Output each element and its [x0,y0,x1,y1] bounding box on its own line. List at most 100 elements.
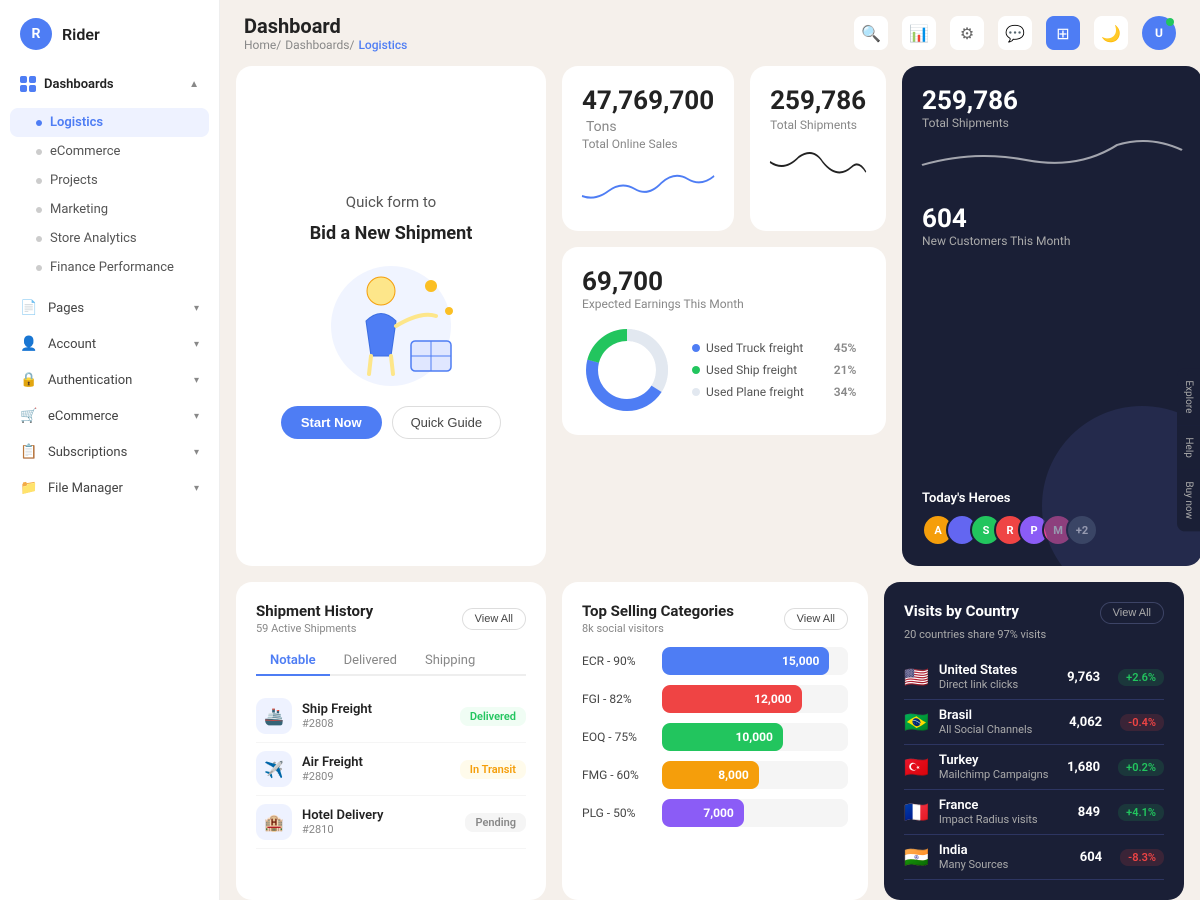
chevron-right-icon: ▾ [194,339,199,350]
bar-row-4: PLG - 50% 7,000 [582,799,848,827]
earnings-card: 69,700 Expected Earnings This Month [562,247,886,435]
shipment-history-card: Shipment History 59 Active Shipments Vie… [236,582,546,900]
tab-notable[interactable]: Notable [256,647,330,676]
chevron-right-icon: ▾ [194,303,199,314]
sidebar-item-finance[interactable]: Finance Performance [0,253,219,282]
buy-now-tab[interactable]: Buy now [1177,470,1200,532]
shipment-row-2: 🏨 Hotel Delivery #2810 Pending [256,796,526,849]
bars-container: ECR - 90% 15,000 FGI - 82% 12,000 EOQ - … [582,647,848,827]
shipment-history-title: Shipment History [256,602,373,620]
dashboards-items: Logistics eCommerce Projects Marketing S… [0,100,219,290]
chevron-right-icon: ▾ [194,375,199,386]
sidebar-logo: R Rider [0,0,219,68]
bar-row-2: EOQ - 75% 10,000 [582,723,848,751]
settings-icon[interactable]: ⚙ [950,16,984,50]
visits-title: Visits by Country [904,602,1019,620]
ship-icon-0: 🚢 [256,698,292,734]
messages-icon[interactable]: 💬 [998,16,1032,50]
country-row-3: 🇫🇷 France Impact Radius visits 849 +4.1% [904,790,1164,835]
subscriptions-icon: 📋 [20,443,38,461]
bottom-grid: Shipment History 59 Active Shipments Vie… [236,582,1184,900]
stats-column: 47,769,700 Tons Total Online Sales 259, [562,66,886,493]
help-tab[interactable]: Help [1177,425,1200,469]
bar-fill-2: 10,000 [662,723,783,751]
shipment-row-1: ✈️ Air Freight #2809 In Transit [256,743,526,796]
search-icon[interactable]: 🔍 [854,16,888,50]
donut-area: Used Truck freight 45% Used Ship freight… [582,325,866,415]
bar-fill-0: 15,000 [662,647,829,675]
online-indicator [1166,18,1174,26]
ecommerce-icon: 🛒 [20,407,38,425]
ship-name-1: Air Freight [302,755,450,770]
freight-legend: Used Truck freight 45% Used Ship freight… [692,341,856,399]
top-selling-title: Top Selling Categories [582,602,734,620]
dark-stats-card: 259,786 Total Shipments 604 New Customer… [902,66,1200,566]
country-row-0: 🇺🇸 United States Direct link clicks 9,76… [904,655,1164,700]
hero-title: Quick form to [346,193,436,211]
new-customers-value: 604 [922,204,1182,234]
hero-card: Quick form to Bid a New Shipment [236,66,546,566]
quick-guide-button[interactable]: Quick Guide [392,406,502,439]
flag-in: 🇮🇳 [904,845,929,869]
start-now-button[interactable]: Start Now [281,406,382,439]
side-tabs: Explore Help Buy now [1177,368,1200,531]
bar-fill-3: 8,000 [662,761,759,789]
total-sales-unit: Tons [586,119,617,135]
legend-plane: Used Plane freight 34% [692,385,856,399]
flag-br: 🇧🇷 [904,710,929,734]
shipment-row-0: 🚢 Ship Freight #2808 Delivered [256,690,526,743]
total-shipments-card: 259,786 Total Shipments [750,66,886,231]
total-sales-card: 47,769,700 Tons Total Online Sales [562,66,734,231]
active-dot [36,120,42,126]
nav-subscriptions[interactable]: 📋 Subscriptions ▾ [0,434,219,470]
tab-delivered[interactable]: Delivered [330,647,411,674]
sidebar-item-ecommerce[interactable]: eCommerce [0,137,219,166]
nav-ecommerce[interactable]: 🛒 eCommerce ▾ [0,398,219,434]
shipment-view-all-button[interactable]: View All [462,608,526,630]
hero-buttons: Start Now Quick Guide [281,406,501,439]
sidebar-item-store-analytics[interactable]: Store Analytics [0,224,219,253]
nav-file-manager[interactable]: 📁 File Manager ▾ [0,470,219,506]
grid-icon[interactable]: ⊞ [1046,16,1080,50]
visits-by-country-card: Visits by Country View All 20 countries … [884,582,1184,900]
theme-icon[interactable]: 🌙 [1094,16,1128,50]
nav-authentication[interactable]: 🔒 Authentication ▾ [0,362,219,398]
ship-status-2: Pending [465,813,526,832]
total-shipments-value: 259,786 [770,86,866,116]
sidebar-item-logistics[interactable]: Logistics [10,108,209,137]
top-stats-row: 47,769,700 Tons Total Online Sales 259, [562,66,886,231]
country-row-4: 🇮🇳 India Many Sources 604 -8.3% [904,835,1164,880]
bar-fill-4: 7,000 [662,799,744,827]
nav-account[interactable]: 👤 Account ▾ [0,326,219,362]
bar-fill-1: 12,000 [662,685,802,713]
ship-status-1: In Transit [460,760,526,779]
ship-icon-2: 🏨 [256,804,292,840]
ship-icon-1: ✈️ [256,751,292,787]
analytics-icon[interactable]: 📊 [902,16,936,50]
sidebar: R Rider Dashboards ▲ Logistics eCommerce… [0,0,220,900]
chevron-right-icon: ▾ [194,447,199,458]
dashboards-label: Dashboards [44,77,114,92]
bar-row-3: FMG - 60% 8,000 [582,761,848,789]
ship-status-0: Delivered [460,707,526,726]
explore-tab[interactable]: Explore [1177,368,1200,425]
pages-icon: 📄 [20,299,38,317]
content-area: Quick form to Bid a New Shipment [220,66,1200,900]
total-sales-label: Total Online Sales [582,137,714,151]
nav-pages[interactable]: 📄 Pages ▾ [0,290,219,326]
top-selling-sub: 8k social visitors [582,622,734,635]
hero-subtitle: Bid a New Shipment [310,223,473,244]
page-title: Dashboard [244,14,407,38]
bar-row-0: ECR - 90% 15,000 [582,647,848,675]
country-row-2: 🇹🇷 Turkey Mailchimp Campaigns 1,680 +0.2… [904,745,1164,790]
visits-view-all-button[interactable]: View All [1100,602,1164,624]
dashboards-group[interactable]: Dashboards ▲ [0,68,219,100]
sidebar-item-marketing[interactable]: Marketing [0,195,219,224]
selling-view-all-button[interactable]: View All [784,608,848,630]
donut-chart [582,325,672,415]
top-grid: Quick form to Bid a New Shipment [236,66,1184,566]
ship-id-0: #2808 [302,717,450,730]
sidebar-item-projects[interactable]: Projects [0,166,219,195]
top-selling-card: Top Selling Categories 8k social visitor… [562,582,868,900]
tab-shipping[interactable]: Shipping [411,647,489,674]
